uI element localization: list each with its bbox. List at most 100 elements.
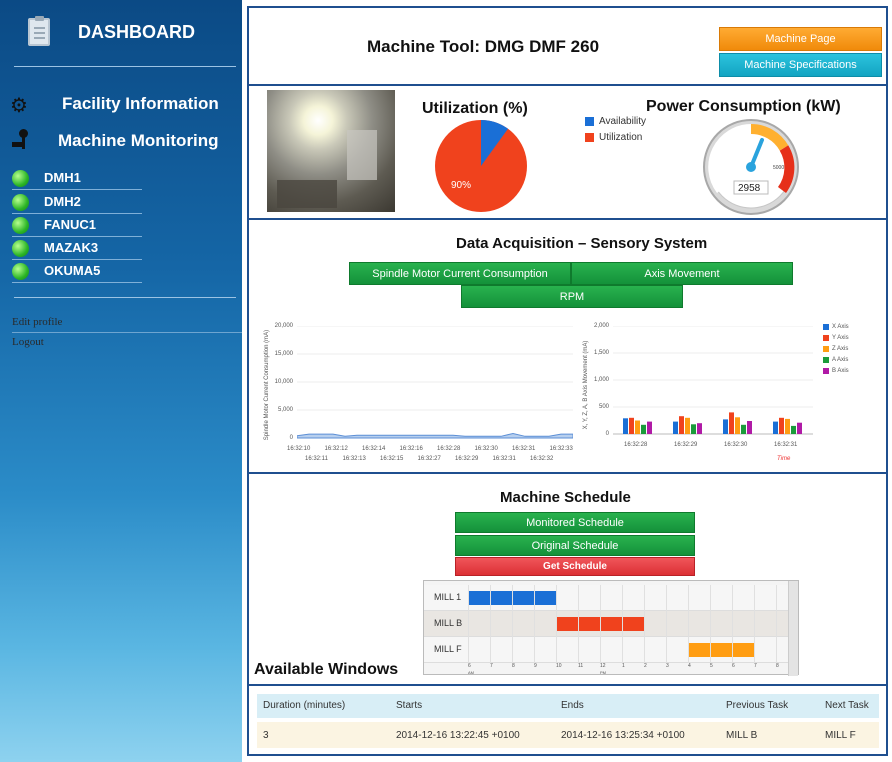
overview-panel: Utilization (%) 90% Availability Utiliza… bbox=[247, 84, 888, 220]
legend-label: Z Axis bbox=[832, 346, 849, 352]
col-previous-task: Previous Task bbox=[726, 700, 789, 711]
hour-tick: 8 bbox=[512, 663, 515, 669]
spindle-current-button[interactable]: Spindle Motor Current Consumption bbox=[349, 262, 571, 285]
gantt-row-label: MILL F bbox=[434, 644, 462, 654]
spindle-plot bbox=[297, 326, 573, 439]
hour-gridline bbox=[512, 585, 513, 663]
x-tick-label: 16:32:27 bbox=[417, 456, 441, 462]
gantt-scrollbar[interactable] bbox=[788, 581, 798, 676]
status-green-icon bbox=[12, 240, 29, 257]
hour-gridline bbox=[534, 585, 535, 663]
hour-tick: 6 bbox=[732, 663, 735, 669]
x-tick-label: 16:32:12 bbox=[324, 446, 348, 452]
hour-tick: 10 bbox=[556, 663, 562, 669]
hour-gridline bbox=[732, 585, 733, 663]
status-green-icon bbox=[12, 217, 29, 234]
swatch bbox=[585, 133, 594, 142]
machine-item[interactable]: DMH1 bbox=[12, 167, 142, 190]
logout-link[interactable]: Logout bbox=[12, 336, 242, 348]
hour-tick: 7 bbox=[490, 663, 493, 669]
swatch bbox=[585, 117, 594, 126]
x-tick-label: 16:32:29 bbox=[674, 442, 698, 448]
hour-gridline bbox=[688, 585, 689, 663]
axis-bar bbox=[791, 425, 796, 434]
hour-gridline bbox=[578, 585, 579, 663]
machine-specifications-button[interactable]: Machine Specifications bbox=[719, 53, 882, 77]
legend-availability: Availability bbox=[585, 116, 646, 127]
status-green-icon bbox=[12, 194, 29, 211]
cell-starts: 2014-12-16 13:22:45 +0100 bbox=[396, 730, 520, 741]
cell-next-task: MILL F bbox=[825, 730, 856, 741]
axis-movement-button[interactable]: Axis Movement bbox=[571, 262, 793, 285]
machine-camera-image bbox=[267, 90, 395, 212]
axis-bar bbox=[779, 417, 784, 434]
axis-bar bbox=[641, 424, 646, 434]
axis-bar bbox=[723, 419, 728, 434]
spindle-series bbox=[297, 432, 573, 439]
x-tick-label: 16:32:16 bbox=[399, 446, 423, 452]
hour-tick: 6 bbox=[468, 663, 471, 669]
hour-gridline bbox=[644, 585, 645, 663]
legend-label: Y Axis bbox=[832, 335, 849, 341]
machine-item[interactable]: DMH2 bbox=[12, 191, 142, 214]
y-tick-label: 500 bbox=[598, 404, 609, 410]
table-header: Duration (minutes) Starts Ends Previous … bbox=[257, 694, 879, 718]
schedule-gantt: MILL 1 MILL B MILL F 6 7 8 9 10 11 12 1 2 3 4 5 6 7 8 AM P… bbox=[423, 580, 799, 676]
y-tick-label: 20,000 bbox=[274, 323, 293, 329]
edit-profile-link[interactable]: Edit profile bbox=[12, 316, 242, 333]
axis-bar bbox=[729, 412, 734, 434]
pm-label: PM bbox=[600, 670, 606, 675]
rpm-button[interactable]: RPM bbox=[461, 285, 683, 308]
hour-gridline bbox=[622, 585, 623, 663]
status-green-icon bbox=[12, 170, 29, 187]
acquisition-title: Data Acquisition – Sensory System bbox=[456, 235, 708, 252]
cell-duration: 3 bbox=[263, 730, 269, 741]
machine-item[interactable]: FANUC1 bbox=[12, 214, 142, 237]
hour-tick: 2 bbox=[644, 663, 647, 669]
dashboard-title[interactable]: DASHBOARD bbox=[78, 22, 195, 43]
table-row[interactable]: 3 2014-12-16 13:22:45 +0100 2014-12-16 1… bbox=[257, 722, 879, 748]
axis-bar bbox=[735, 417, 740, 434]
available-windows-title: Available Windows bbox=[254, 661, 399, 678]
axis-bar bbox=[697, 423, 702, 434]
header-panel: Machine Tool: DMG DMF 260 Machine Page M… bbox=[247, 6, 888, 86]
facility-information-link[interactable]: Facility Information bbox=[62, 94, 219, 114]
hour-gridline bbox=[556, 585, 557, 663]
legend-item: A Axis bbox=[823, 357, 848, 363]
axis-bar bbox=[635, 420, 640, 434]
gantt-task-bar bbox=[688, 643, 754, 657]
legend-item: X Axis bbox=[823, 324, 849, 330]
original-schedule-button[interactable]: Original Schedule bbox=[455, 535, 695, 556]
legend-label: B Axis bbox=[832, 368, 849, 374]
machine-page-button[interactable]: Machine Page bbox=[719, 27, 882, 51]
x-tick-label: 16:32:11 bbox=[305, 456, 328, 462]
get-schedule-button[interactable]: Get Schedule bbox=[455, 557, 695, 576]
hour-tick: 1 bbox=[622, 663, 625, 669]
gantt-row-label: MILL B bbox=[434, 618, 463, 628]
x-tick-label: 16:32:30 bbox=[724, 442, 748, 448]
machine-item[interactable]: MAZAK3 bbox=[12, 237, 142, 260]
machine-monitoring-link[interactable]: Machine Monitoring bbox=[58, 131, 219, 151]
axis-bar bbox=[629, 417, 634, 434]
axis-bar bbox=[623, 418, 628, 434]
hour-tick: 3 bbox=[666, 663, 669, 669]
hour-tick: 11 bbox=[578, 663, 584, 669]
axis-bar bbox=[647, 421, 652, 434]
hour-tick: 5 bbox=[710, 663, 713, 669]
monitored-schedule-button[interactable]: Monitored Schedule bbox=[455, 512, 695, 533]
legend-label: X Axis bbox=[832, 324, 849, 330]
machine-item[interactable]: OKUMA5 bbox=[12, 260, 142, 283]
cell-ends: 2014-12-16 13:25:34 +0100 bbox=[561, 730, 685, 741]
axis-bar bbox=[679, 416, 684, 434]
hour-tick: 7 bbox=[754, 663, 757, 669]
legend-swatch bbox=[823, 368, 829, 374]
y-tick-label: 5,000 bbox=[277, 407, 293, 413]
x-tick-label: 16:32:31 bbox=[512, 446, 536, 452]
legend-swatch bbox=[823, 335, 829, 341]
x-tick-label: 16:32:32 bbox=[530, 456, 554, 462]
legend-swatch bbox=[823, 346, 829, 352]
power-gauge: 5000 2958 bbox=[703, 119, 799, 215]
col-next-task: Next Task bbox=[825, 700, 869, 711]
legend-swatch bbox=[823, 324, 829, 330]
x-tick-label: 16:32:31 bbox=[492, 456, 516, 462]
